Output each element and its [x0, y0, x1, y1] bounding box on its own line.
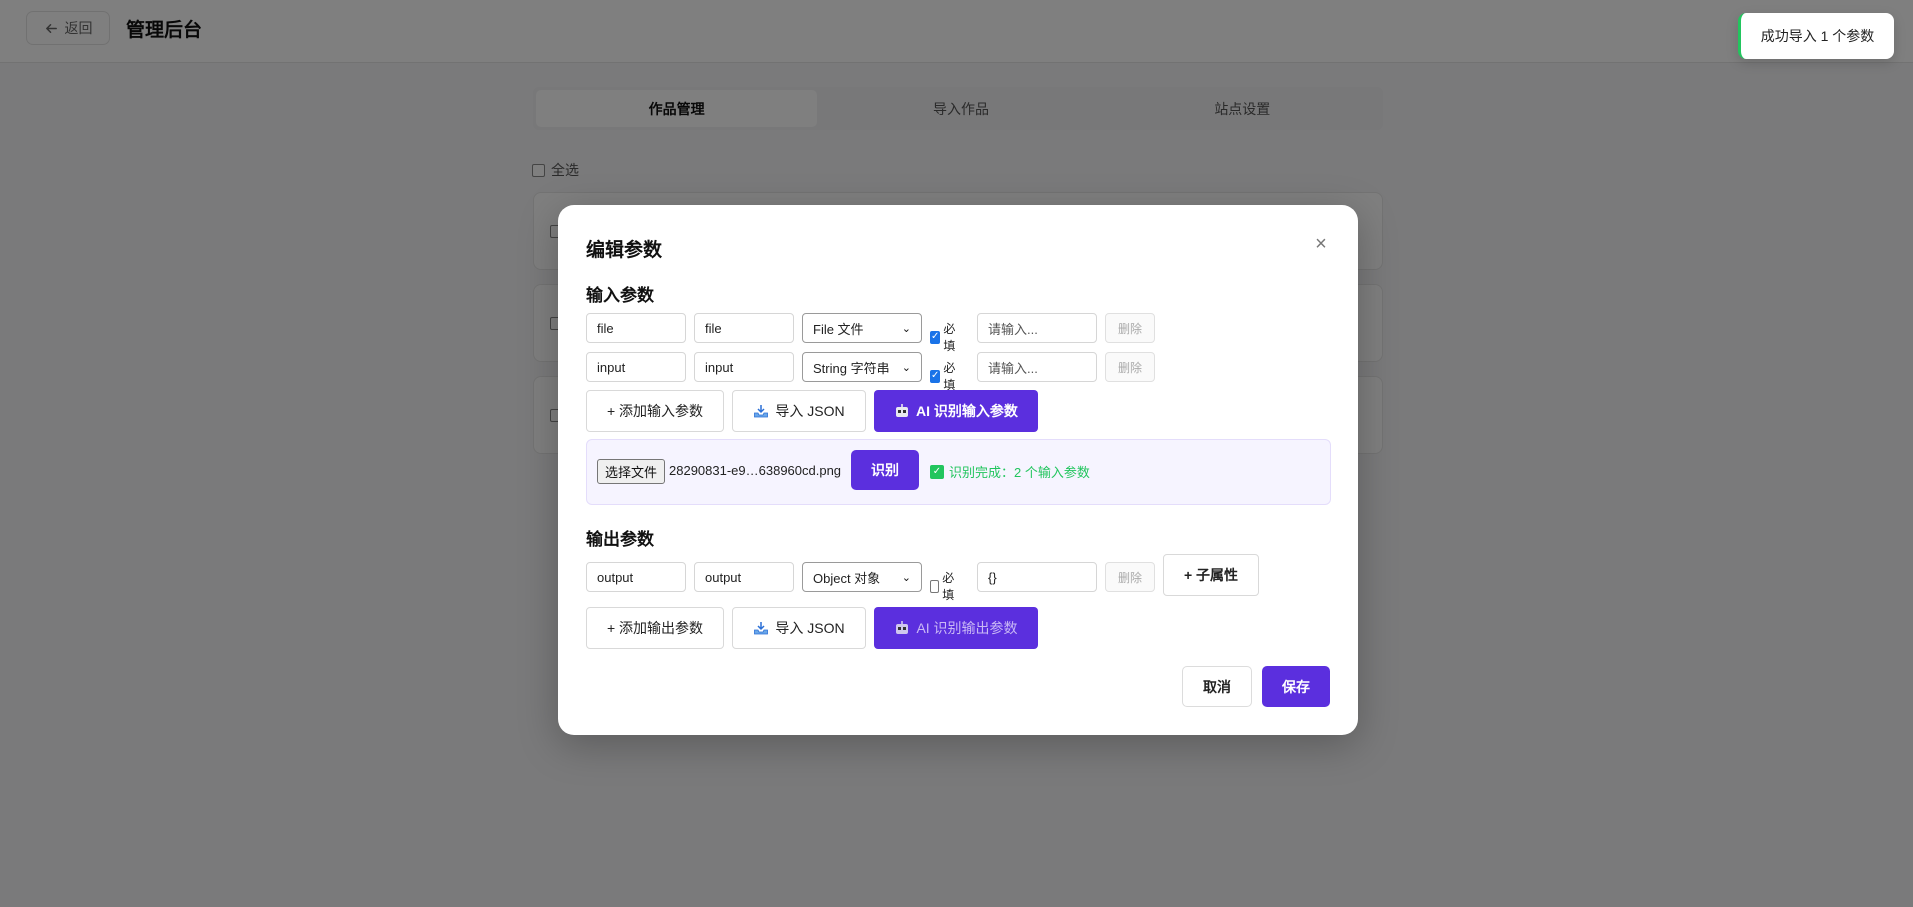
recognize-status-text: 识别完成：2 个输入参数	[949, 465, 1090, 480]
param-name-input[interactable]: file	[586, 313, 686, 343]
param-label-input[interactable]: file	[694, 313, 794, 343]
check-icon: ✓	[930, 464, 944, 479]
choose-file-button[interactable]: 选择文件	[597, 459, 666, 484]
default-value-input[interactable]: {}	[977, 562, 1097, 592]
import-json-input-button[interactable]: 导入 JSON	[732, 390, 866, 432]
required-checkbox[interactable]	[930, 369, 941, 383]
recognize-panel: 选择文件 28290831-e9…638960cd.png 识别 ✓ 识别完成：…	[586, 439, 1331, 505]
ai-recognize-output-label: AI 识别输出参数	[916, 620, 1018, 636]
required-label: 必填	[943, 322, 956, 353]
param-type-value: String 字符串	[813, 360, 890, 376]
output-params-title: 输出参数	[586, 530, 654, 549]
default-value-input[interactable]: 请输入...	[977, 352, 1097, 382]
param-type-select[interactable]: Object 对象 ⌄	[802, 562, 922, 592]
required-label: 必填	[943, 361, 956, 392]
import-json-label: 导入 JSON	[775, 403, 845, 419]
required-toggle[interactable]: 必填	[930, 359, 958, 393]
ai-recognize-input-label: AI 识别输入参数	[916, 403, 1018, 419]
param-label-input[interactable]: output	[694, 562, 794, 592]
recognize-status: ✓ 识别完成：2 个输入参数	[930, 462, 1090, 481]
default-value-input[interactable]: 请输入...	[977, 313, 1097, 343]
inbox-tray-icon	[754, 405, 769, 418]
input-params-title: 输入参数	[586, 286, 654, 305]
selected-file-name: 28290831-e9…638960cd.png	[669, 463, 842, 478]
param-type-value: File 文件	[813, 321, 864, 337]
import-json-output-button[interactable]: 导入 JSON	[732, 607, 866, 649]
cancel-button[interactable]: 取消	[1182, 666, 1252, 707]
add-output-param-button[interactable]: + 添加输出参数	[586, 607, 724, 649]
delete-param-button[interactable]: 删除	[1105, 562, 1155, 592]
chevron-down-icon: ⌄	[901, 322, 911, 335]
import-json-label: 导入 JSON	[775, 620, 845, 636]
required-checkbox[interactable]	[930, 579, 940, 593]
chevron-down-icon: ⌄	[901, 571, 911, 584]
success-toast: 成功导入 1 个参数	[1738, 13, 1894, 59]
recognize-button[interactable]: 识别	[851, 450, 919, 490]
param-name-input[interactable]: input	[586, 352, 686, 382]
param-type-select[interactable]: String 字符串 ⌄	[802, 352, 922, 382]
save-button[interactable]: 保存	[1262, 666, 1330, 707]
delete-param-button[interactable]: 删除	[1105, 313, 1155, 343]
delete-param-button[interactable]: 删除	[1105, 352, 1155, 382]
robot-icon	[896, 621, 909, 634]
add-input-param-button[interactable]: + 添加输入参数	[586, 390, 724, 432]
required-toggle[interactable]: 必填	[930, 320, 958, 354]
required-toggle[interactable]: 必填	[930, 569, 958, 603]
robot-icon	[896, 404, 909, 417]
required-label: 必填	[942, 571, 955, 602]
param-type-value: Object 对象	[813, 570, 881, 586]
edit-params-modal: 编辑参数 × 输入参数 file file File 文件 ⌄ 必填 请输入..…	[558, 205, 1358, 735]
param-type-select[interactable]: File 文件 ⌄	[802, 313, 922, 343]
close-icon[interactable]: ×	[1312, 234, 1330, 254]
param-label-input[interactable]: input	[694, 352, 794, 382]
modal-title: 编辑参数	[586, 240, 663, 261]
chevron-down-icon: ⌄	[901, 361, 911, 374]
required-checkbox[interactable]	[930, 330, 941, 344]
ai-recognize-input-button[interactable]: AI 识别输入参数	[874, 390, 1038, 432]
inbox-tray-icon	[754, 622, 769, 635]
add-child-property-button[interactable]: + 子属性	[1163, 554, 1259, 596]
param-name-input[interactable]: output	[586, 562, 686, 592]
ai-recognize-output-button[interactable]: AI 识别输出参数	[874, 607, 1038, 649]
